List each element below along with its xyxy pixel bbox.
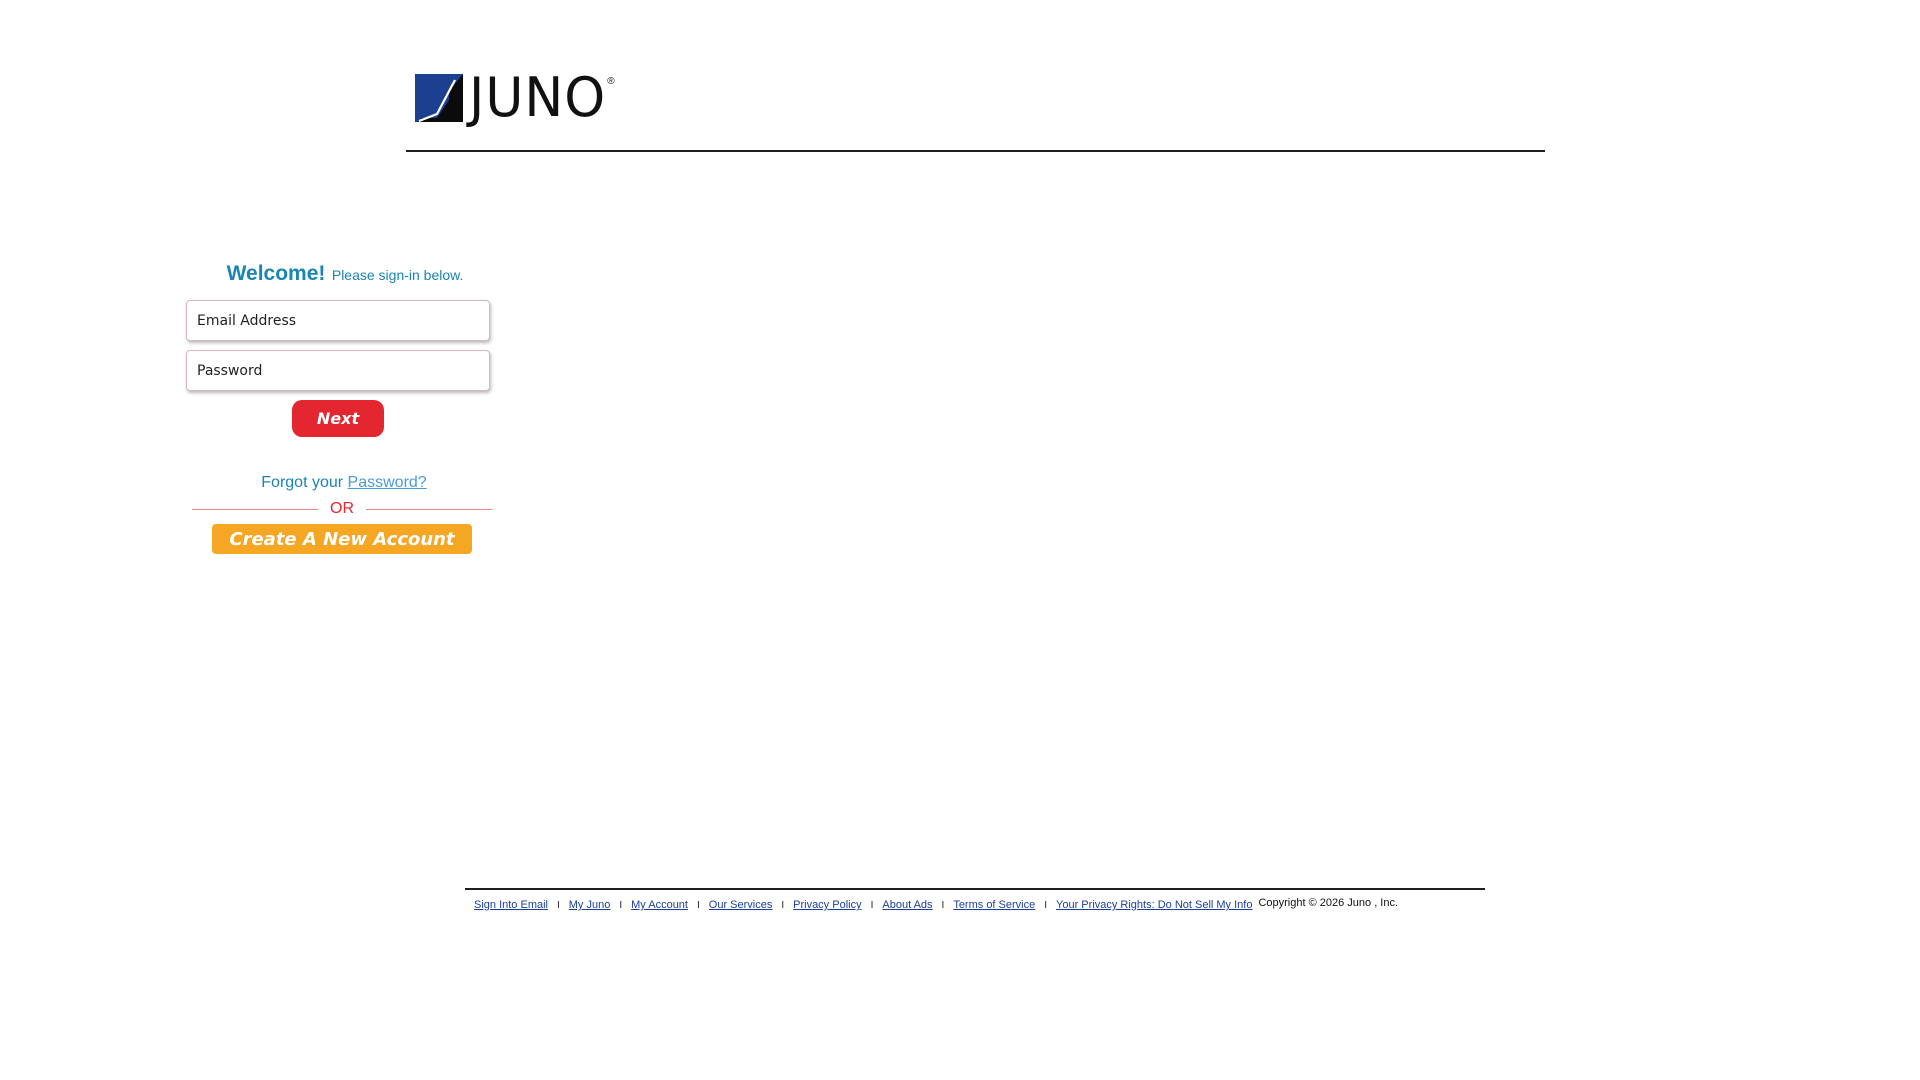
footer-separator: I (941, 899, 945, 911)
footer-link-about-ads[interactable]: About Ads (882, 899, 932, 911)
forgot-password-link[interactable]: Password? (348, 474, 427, 491)
footer-separator: I (696, 899, 700, 911)
footer-link-my-juno[interactable]: My Juno (569, 899, 611, 911)
copyright-text: Copyright © 2026 Juno , Inc. (1258, 897, 1399, 909)
footer-divider (465, 888, 1485, 890)
footer-separator: I (781, 899, 785, 911)
footer-link-privacy-rights[interactable]: Your Privacy Rights: Do Not Sell My Info (1056, 899, 1252, 911)
password-field[interactable] (186, 350, 490, 391)
registered-mark: ® (607, 76, 615, 87)
forgot-password-row: Forgot your Password? (186, 474, 492, 492)
or-line-right (366, 508, 492, 510)
or-line-left (192, 508, 318, 510)
or-label: OR (330, 500, 354, 517)
footer: Sign Into Email I My Juno I My Account I… (474, 897, 1398, 911)
footer-link-my-account[interactable]: My Account (631, 899, 688, 911)
create-account-button[interactable]: Create A New Account (212, 524, 472, 554)
header-divider (406, 150, 1545, 152)
footer-link-privacy-policy[interactable]: Privacy Policy (793, 899, 861, 911)
email-field[interactable] (186, 300, 490, 341)
juno-logo-text: JUNO (469, 66, 607, 130)
juno-signin-page: JUNO ® Welcome! Please sign-in below. Ne… (0, 0, 1920, 1080)
next-button[interactable]: Next (292, 400, 384, 437)
footer-link-our-services[interactable]: Our Services (709, 899, 773, 911)
footer-link-terms-of-service[interactable]: Terms of Service (953, 899, 1035, 911)
forgot-password-prefix: Forgot your (261, 474, 344, 491)
footer-separator: I (556, 899, 560, 911)
welcome-title: Welcome! (226, 262, 326, 285)
juno-logo-icon (415, 74, 463, 122)
footer-link-sign-into-email[interactable]: Sign Into Email (474, 899, 548, 911)
footer-separator: I (619, 899, 623, 911)
or-divider: OR (192, 500, 492, 518)
footer-separator: I (870, 899, 874, 911)
footer-separator: I (1044, 899, 1048, 911)
welcome-heading: Welcome! Please sign-in below. (198, 262, 492, 286)
signin-panel: Welcome! Please sign-in below. Next Forg… (186, 262, 492, 554)
welcome-subtitle: Please sign-in below. (331, 267, 464, 283)
juno-logo[interactable]: JUNO ® (415, 70, 615, 126)
footer-links: Sign Into Email I My Juno I My Account I… (474, 897, 1252, 911)
